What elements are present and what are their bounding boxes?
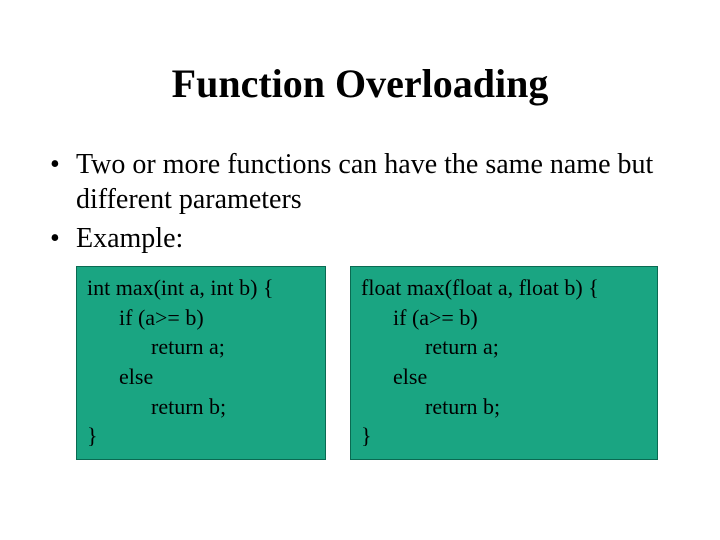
code-row: int max(int a, int b) { if (a>= b) retur… <box>40 266 680 460</box>
code-line: float max(float a, float b) { <box>361 273 647 303</box>
code-line: return b; <box>361 392 647 422</box>
slide: Function Overloading Two or more functio… <box>0 0 720 540</box>
code-box-float: float max(float a, float b) { if (a>= b)… <box>350 266 658 460</box>
bullet-item: Example: <box>50 221 680 256</box>
bullet-item: Two or more functions can have the same … <box>50 147 680 217</box>
slide-title: Function Overloading <box>40 60 680 107</box>
code-line: return a; <box>87 332 315 362</box>
code-line: else <box>87 362 315 392</box>
code-line: if (a>= b) <box>87 303 315 333</box>
code-line: return b; <box>87 392 315 422</box>
code-line: } <box>87 421 315 451</box>
code-box-int: int max(int a, int b) { if (a>= b) retur… <box>76 266 326 460</box>
code-line: return a; <box>361 332 647 362</box>
bullet-list: Two or more functions can have the same … <box>40 147 680 256</box>
code-line: else <box>361 362 647 392</box>
code-line: } <box>361 421 647 451</box>
code-line: int max(int a, int b) { <box>87 273 315 303</box>
code-line: if (a>= b) <box>361 303 647 333</box>
